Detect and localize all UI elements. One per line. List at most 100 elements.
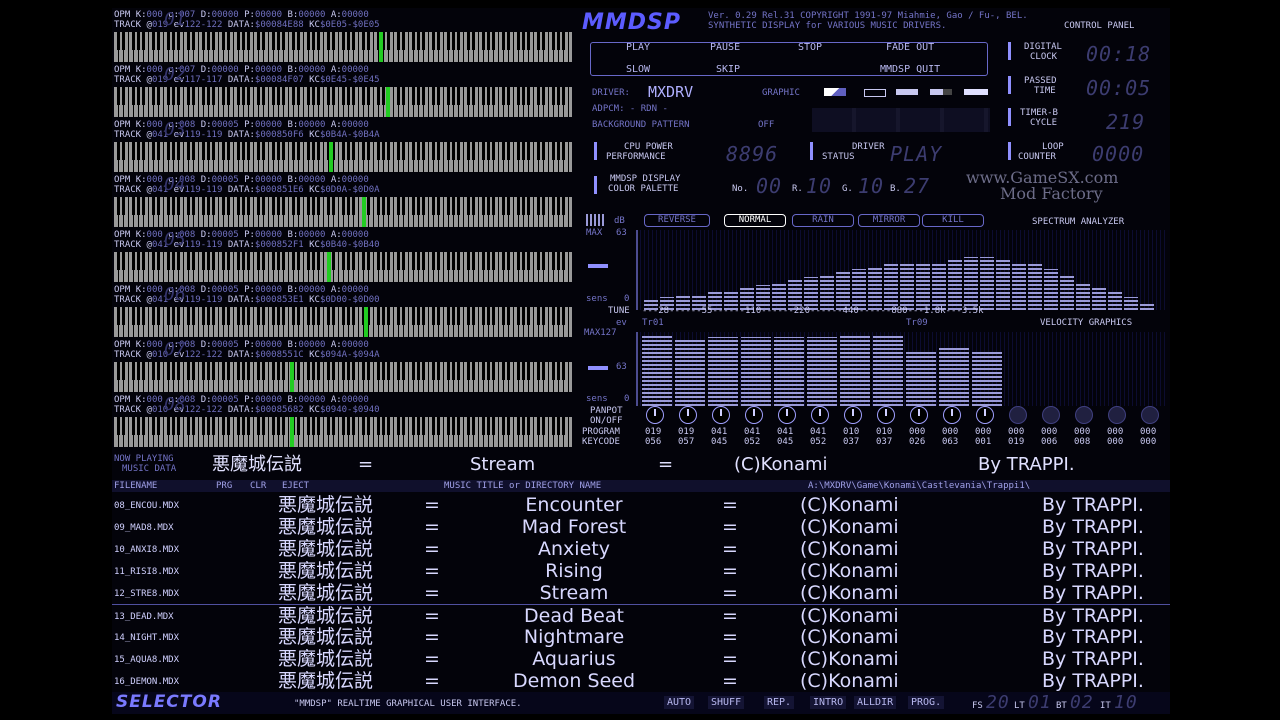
spectrum-sens-slider[interactable]	[588, 264, 608, 268]
black-key	[552, 87, 555, 105]
black-key	[422, 87, 425, 105]
play-button[interactable]: PLAY	[626, 42, 650, 53]
panpot-knob[interactable]	[844, 406, 862, 424]
file-list-item[interactable]: 11_RISI8.MDX 悪魔城伝説 = Rising = (C)Konami By TRA…	[112, 560, 1170, 582]
black-key	[552, 252, 555, 270]
black-key	[207, 142, 210, 160]
panpot-knob[interactable]	[943, 406, 961, 424]
program-value: 019	[645, 427, 662, 437]
black-key	[272, 307, 275, 325]
palette-g-label: G.	[842, 184, 853, 194]
file-game: 悪魔城伝説	[278, 538, 374, 560]
black-key	[527, 417, 530, 435]
now-playing-label1: NOW PLAYING	[114, 454, 174, 464]
panpot-knob[interactable]	[1009, 406, 1027, 424]
file-list-item[interactable]: 16_DEMON.MDX 悪魔城伝説 = Demon Seed = (C)Konami By…	[112, 670, 1170, 692]
track-data-label: DATA:	[222, 185, 255, 195]
panpot-knob[interactable]	[910, 406, 928, 424]
pause-button[interactable]: PAUSE	[710, 42, 740, 53]
file-list-item[interactable]: 13_DEAD.MDX 悪魔城伝説 = Dead Beat = (C)Konami By T…	[112, 604, 1170, 627]
panpot-knob[interactable]	[1042, 406, 1060, 424]
graphic-label: GRAPHIC	[762, 88, 800, 98]
panpot-knob[interactable]	[778, 406, 796, 424]
black-key	[277, 32, 280, 50]
velocity-63-label: 63	[616, 362, 627, 372]
background-pattern-value[interactable]: OFF	[758, 120, 774, 130]
file-list-item[interactable]: 12_STRE8.MDX 悪魔城伝説 = Stream = (C)Konami By TRA…	[112, 582, 1170, 604]
file-name: 13_DEAD.MDX	[114, 612, 174, 622]
black-key	[297, 142, 300, 160]
col-prg[interactable]: PRG	[216, 480, 232, 492]
panpot-knob[interactable]	[679, 406, 697, 424]
panpot-knob[interactable]	[811, 406, 829, 424]
skip-button[interactable]: SKIP	[716, 64, 740, 75]
fade-out-button[interactable]: FADE OUT	[886, 42, 934, 53]
black-key	[207, 197, 210, 215]
black-key	[457, 87, 460, 105]
file-list-item[interactable]: 15_AQUA8.MDX 悪魔城伝説 = Aquarius = (C)Konami By T…	[112, 648, 1170, 670]
black-key	[202, 362, 205, 380]
track-k: 000	[146, 10, 163, 20]
slow-button[interactable]: SLOW	[626, 64, 650, 75]
stop-button[interactable]: STOP	[798, 42, 822, 53]
panpot-knob[interactable]	[1075, 406, 1093, 424]
col-eject[interactable]: EJECT	[282, 480, 309, 492]
file-list-item[interactable]: 09_MAD8.MDX 悪魔城伝説 = Mad Forest = (C)Konami By …	[112, 516, 1170, 538]
panpot-knob[interactable]	[712, 406, 730, 424]
spectrum-tab-rain[interactable]: RAIN	[792, 214, 854, 227]
track-number: 06	[164, 284, 186, 305]
spectrum-tab-normal[interactable]: NORMAL	[724, 214, 786, 227]
black-key	[242, 142, 245, 160]
black-key	[142, 417, 145, 435]
black-key	[292, 32, 295, 50]
graphic-mode-icons[interactable]	[824, 88, 990, 97]
velocity-title: VELOCITY GRAPHICS	[1040, 318, 1133, 328]
shuffle-button[interactable]: SHUFF	[708, 696, 745, 709]
track-6: OPM K:000 q:008 D:00005 P:00000 B:00000 …	[112, 283, 576, 338]
keycode-value: 000	[1107, 437, 1124, 447]
black-key	[537, 197, 540, 215]
black-key	[447, 252, 450, 270]
palette-r-value[interactable]: 10	[806, 176, 832, 196]
spectrum-tab-kill[interactable]: KILL	[922, 214, 984, 227]
black-key	[347, 252, 350, 270]
panpot-knob[interactable]	[976, 406, 994, 424]
palette-b-value[interactable]: 27	[904, 176, 930, 196]
repeat-button[interactable]: REP.	[764, 696, 795, 709]
panpot-knob[interactable]	[1141, 406, 1159, 424]
black-key	[272, 362, 275, 380]
palette-g-value[interactable]: 10	[858, 176, 884, 196]
track-line1: OPM K:000 q:008 D:00005 P:00000 B:00000 …	[114, 230, 369, 240]
alldir-button[interactable]: ALLDIR	[854, 696, 897, 709]
black-key	[257, 87, 260, 105]
track-k: 000	[146, 395, 163, 405]
file-list-item[interactable]: 14_NIGHT.MDX 悪魔城伝説 = Nightmare = (C)Konami By …	[112, 626, 1170, 648]
black-key	[277, 252, 280, 270]
black-key	[272, 417, 275, 435]
black-key	[167, 142, 170, 160]
background-pattern-swatches[interactable]	[812, 108, 990, 132]
panpot-knob[interactable]	[745, 406, 763, 424]
black-key	[422, 32, 425, 50]
prog-button[interactable]: PROG.	[908, 696, 945, 709]
black-key	[187, 142, 190, 160]
panpot-knob[interactable]	[1108, 406, 1126, 424]
track-data-label: DATA:	[222, 240, 255, 250]
black-key	[502, 142, 505, 160]
black-key	[542, 197, 545, 215]
quit-button[interactable]: MMDSP QUIT	[880, 64, 940, 75]
timer-b-label2: CYCLE	[1030, 118, 1058, 128]
col-clr[interactable]: CLR	[250, 480, 266, 492]
file-list-item[interactable]: 08_ENCOU.MDX 悪魔城伝説 = Encounter = (C)Konami By …	[112, 494, 1170, 516]
auto-button[interactable]: AUTO	[664, 696, 695, 709]
file-list-item[interactable]: 10_ANXI8.MDX 悪魔城伝説 = Anxiety = (C)Konami By TR…	[112, 538, 1170, 560]
spectrum-tab-reverse[interactable]: REVERSE	[644, 214, 710, 227]
velocity-sens-slider[interactable]	[588, 366, 608, 370]
spectrum-tab-mirror[interactable]: MIRROR	[858, 214, 920, 227]
panpot-knob[interactable]	[877, 406, 895, 424]
spectrum-title: SPECTRUM ANALYZER	[1032, 217, 1125, 227]
intro-button[interactable]: INTRO	[810, 696, 847, 709]
black-key	[412, 307, 415, 325]
panpot-knob[interactable]	[646, 406, 664, 424]
palette-no-value[interactable]: 00	[756, 176, 782, 196]
